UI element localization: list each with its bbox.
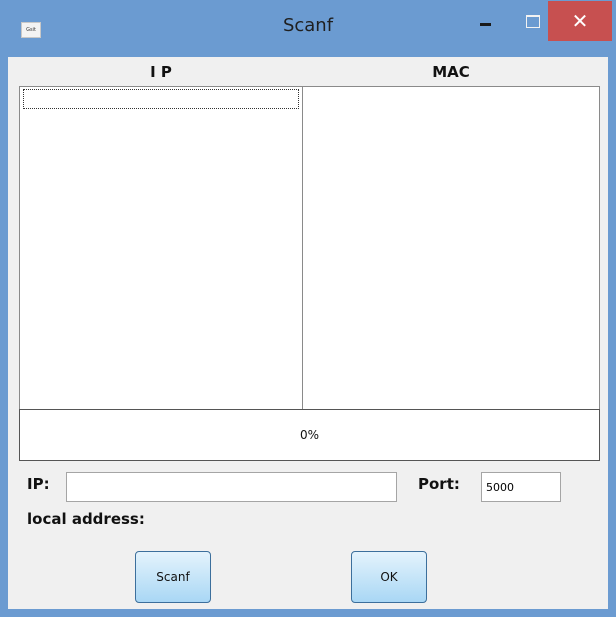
close-button[interactable]: ✕ <box>548 1 612 41</box>
client-area: I P MAC 0% IP: Port: local address: Scan… <box>8 57 608 609</box>
port-input[interactable] <box>481 472 561 502</box>
ip-list[interactable] <box>19 86 303 410</box>
list-focus-row[interactable] <box>23 89 299 109</box>
progress-bar: 0% <box>19 409 600 461</box>
close-icon: ✕ <box>571 9 589 33</box>
column-header-ip[interactable]: I P <box>19 57 303 87</box>
local-address-label: local address: <box>27 510 145 528</box>
ip-input[interactable] <box>66 472 397 502</box>
ok-button[interactable]: OK <box>351 551 427 603</box>
minimize-button[interactable] <box>462 0 508 42</box>
maximize-icon <box>526 14 540 28</box>
title-bar[interactable]: Gsit Scanf ✕ <box>0 0 616 56</box>
column-header-mac[interactable]: MAC <box>302 57 600 87</box>
ip-label: IP: <box>27 475 50 493</box>
mac-list[interactable] <box>302 86 600 410</box>
minimize-icon <box>479 22 491 26</box>
scan-button[interactable]: Scanf <box>135 551 211 603</box>
port-label: Port: <box>418 475 460 493</box>
progress-label: 0% <box>299 428 320 442</box>
scanf-window: Gsit Scanf ✕ I P MAC 0% IP: Port: local … <box>0 0 616 617</box>
